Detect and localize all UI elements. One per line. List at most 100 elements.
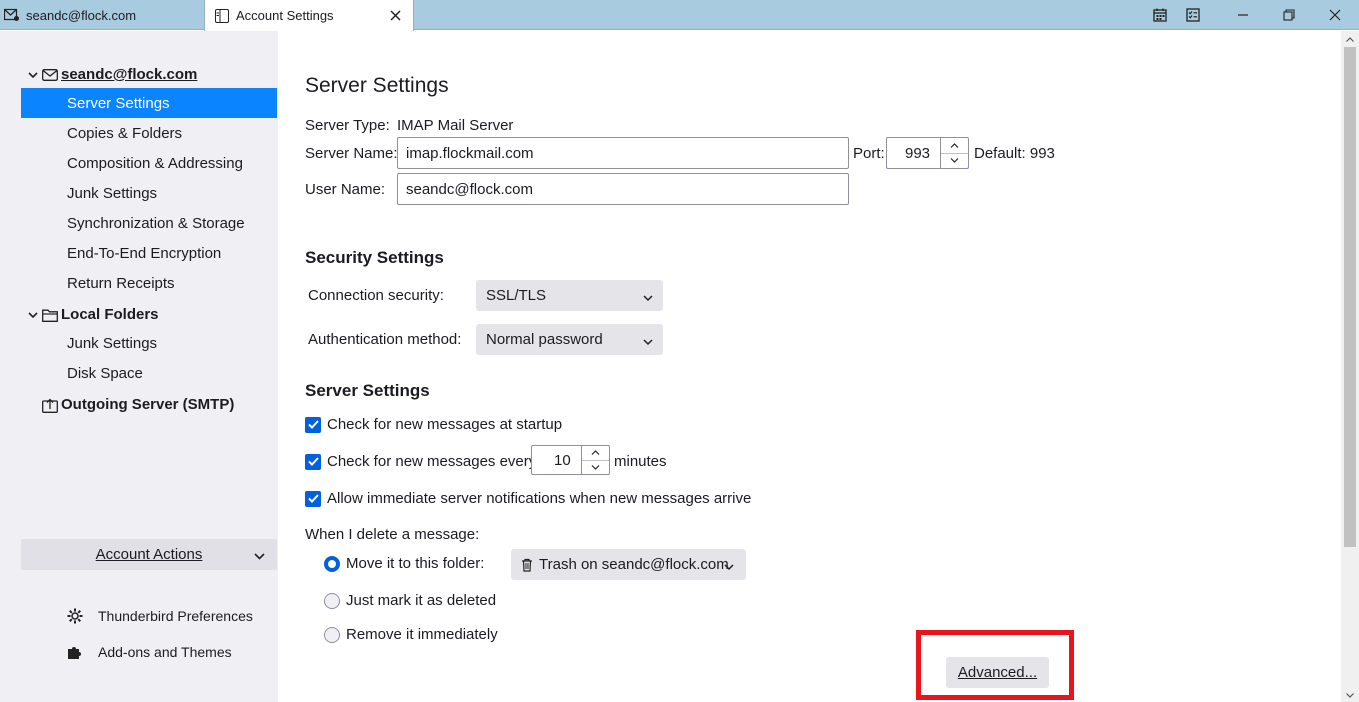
sidebar-item-encryption[interactable]: End-To-End Encryption xyxy=(21,238,277,268)
page-title: Server Settings xyxy=(305,74,449,97)
server-settings-heading: Server Settings xyxy=(305,381,430,400)
scroll-up-icon[interactable] xyxy=(1345,34,1355,44)
scroll-down-icon[interactable] xyxy=(1345,690,1355,700)
sidebar-account[interactable]: seandc@flock.com xyxy=(21,60,277,90)
server-name-value: imap.flockmail.com xyxy=(406,144,534,162)
security-settings-heading: Security Settings xyxy=(305,248,444,267)
trash-folder-select[interactable]: Trash on seandc@flock.com xyxy=(511,549,746,580)
tab-mail-label: seandc@flock.com xyxy=(26,7,137,23)
auth-method-value: Normal password xyxy=(486,331,603,348)
sidebar-item-server-settings[interactable]: Server Settings xyxy=(21,88,277,118)
connection-security-value: SSL/TLS xyxy=(486,287,547,304)
tab-account-settings[interactable]: Account Settings xyxy=(204,0,414,31)
allow-notifications-checkbox[interactable]: Allow immediate server notifications whe… xyxy=(305,490,751,507)
minimize-icon[interactable] xyxy=(1233,5,1253,25)
user-name-value: seandc@flock.com xyxy=(406,180,533,198)
addons-label: Add-ons and Themes xyxy=(98,644,232,660)
chevron-down-icon[interactable] xyxy=(26,68,40,82)
puzzle-icon xyxy=(66,643,84,661)
check-interval-stepper[interactable]: 10 xyxy=(531,445,610,475)
sidebar-item-label: Return Receipts xyxy=(67,274,175,292)
auth-method-select[interactable]: Normal password xyxy=(476,324,663,355)
check-startup-checkbox[interactable]: Check for new messages at startup xyxy=(305,416,562,433)
sidebar-local-folders[interactable]: Local Folders xyxy=(21,300,277,330)
sidebar-local-folders-label: Local Folders xyxy=(61,306,159,323)
chevron-down-icon[interactable] xyxy=(26,308,40,322)
user-name-field[interactable]: seandc@flock.com xyxy=(397,173,849,205)
auth-method-label: Authentication method: xyxy=(308,331,462,348)
spin-up-icon[interactable] xyxy=(582,446,609,461)
sidebar-item-label: Composition & Addressing xyxy=(67,154,243,172)
sidebar-outgoing-server[interactable]: Outgoing Server (SMTP) xyxy=(21,390,277,420)
mail-account-icon xyxy=(41,66,59,84)
account-sidebar: seandc@flock.com Server Settings Copies … xyxy=(0,31,278,702)
tab-mail[interactable]: seandc@flock.com xyxy=(0,0,203,30)
allow-notifications-label: Allow immediate server notifications whe… xyxy=(327,490,752,507)
radio-unselected-icon[interactable] xyxy=(324,626,340,643)
tasks-icon[interactable] xyxy=(1183,5,1203,25)
radio-unselected-icon[interactable] xyxy=(324,592,340,609)
sidebar-account-label: seandc@flock.com xyxy=(61,66,198,83)
addons-themes-link[interactable]: Add-ons and Themes xyxy=(66,641,232,663)
sidebar-item-label: Synchronization & Storage xyxy=(67,214,245,232)
sidebar-item-synchronization[interactable]: Synchronization & Storage xyxy=(21,208,277,238)
interval-spinner[interactable] xyxy=(581,446,609,474)
mark-deleted-radio[interactable]: Just mark it as deleted xyxy=(324,592,496,609)
server-name-label: Server Name: xyxy=(305,145,398,162)
sidebar-item-disk-space[interactable]: Disk Space xyxy=(21,358,277,388)
checkbox-checked-icon[interactable] xyxy=(305,490,321,507)
sidebar-item-return-receipts[interactable]: Return Receipts xyxy=(21,268,277,298)
check-every-label: Check for new messages every xyxy=(327,453,537,470)
chevron-down-icon xyxy=(724,558,734,575)
delete-message-label: When I delete a message: xyxy=(305,526,480,543)
port-spinner[interactable] xyxy=(940,138,968,168)
radio-selected-icon[interactable] xyxy=(324,555,340,572)
port-stepper[interactable]: 993 xyxy=(886,137,969,169)
sidebar-item-local-junk[interactable]: Junk Settings xyxy=(21,328,277,358)
check-startup-label: Check for new messages at startup xyxy=(327,416,563,433)
calendar-icon[interactable] xyxy=(1150,5,1170,25)
gear-icon xyxy=(66,607,84,625)
thunderbird-preferences-link[interactable]: Thunderbird Preferences xyxy=(66,605,253,627)
restore-icon[interactable] xyxy=(1279,5,1299,25)
preferences-label: Thunderbird Preferences xyxy=(98,608,253,624)
spin-down-icon[interactable] xyxy=(941,154,968,169)
port-value: 993 xyxy=(905,144,931,162)
outbox-icon xyxy=(41,396,59,414)
sidebar-item-copies-folders[interactable]: Copies & Folders xyxy=(21,118,277,148)
close-tab-icon[interactable] xyxy=(387,7,403,23)
chevron-down-icon xyxy=(643,333,653,350)
move-to-folder-radio[interactable]: Move it to this folder: xyxy=(324,555,484,572)
sidebar-item-label: Junk Settings xyxy=(67,334,158,352)
connection-security-label: Connection security: xyxy=(308,287,444,304)
connection-security-select[interactable]: SSL/TLS xyxy=(476,280,663,311)
mark-deleted-label: Just mark it as deleted xyxy=(346,592,497,609)
close-window-icon[interactable] xyxy=(1325,5,1345,25)
check-interval-value: 10 xyxy=(554,451,571,469)
sidebar-outgoing-label: Outgoing Server (SMTP) xyxy=(61,396,235,413)
sidebar-item-junk-settings[interactable]: Junk Settings xyxy=(21,178,277,208)
move-to-folder-label: Move it to this folder: xyxy=(346,555,485,572)
check-every-checkbox[interactable]: Check for new messages every xyxy=(305,453,536,470)
minutes-label: minutes xyxy=(614,453,667,470)
sidebar-item-label: Disk Space xyxy=(67,364,143,382)
mail-icon xyxy=(4,7,20,23)
remove-immediately-label: Remove it immediately xyxy=(346,626,498,643)
account-actions-button[interactable]: Account Actions xyxy=(21,539,277,570)
sidebar-item-label: Server Settings xyxy=(67,94,170,112)
server-name-field[interactable]: imap.flockmail.com xyxy=(397,137,849,169)
settings-tab-icon xyxy=(214,8,230,24)
spin-up-icon[interactable] xyxy=(941,138,968,154)
scroll-thumb[interactable] xyxy=(1344,47,1356,547)
folder-icon xyxy=(41,306,59,324)
checkbox-checked-icon[interactable] xyxy=(305,416,321,433)
sidebar-item-label: End-To-End Encryption xyxy=(67,244,222,262)
account-actions-label: Account Actions xyxy=(95,546,203,563)
sidebar-item-composition[interactable]: Composition & Addressing xyxy=(21,148,277,178)
checkbox-checked-icon[interactable] xyxy=(305,453,321,470)
tab-account-settings-label: Account Settings xyxy=(236,8,334,23)
vertical-scrollbar[interactable] xyxy=(1341,31,1359,702)
remove-immediately-radio[interactable]: Remove it immediately xyxy=(324,626,498,643)
spin-down-icon[interactable] xyxy=(582,461,609,475)
highlight-box xyxy=(916,630,1074,700)
